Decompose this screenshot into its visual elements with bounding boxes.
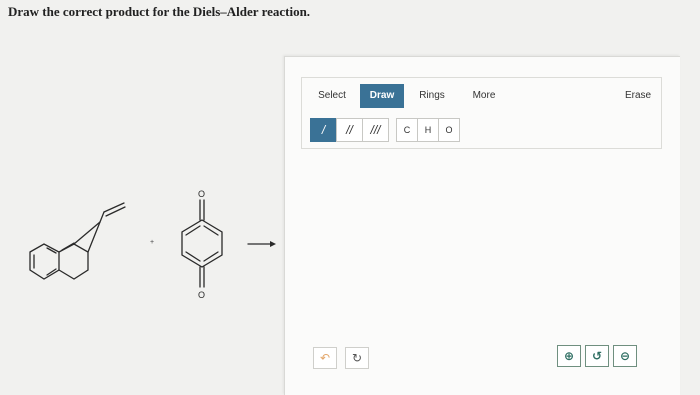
atom-h-button[interactable]: H <box>417 118 439 142</box>
redo-icon: ↻ <box>351 351 363 365</box>
zoom-in-icon: ⊕ <box>563 349 575 363</box>
atom-o-button[interactable]: O <box>438 118 460 142</box>
double-bond-button[interactable]: // <box>336 118 363 142</box>
single-bond-button[interactable]: / <box>310 118 337 142</box>
tab-rings[interactable]: Rings <box>412 84 452 108</box>
diene-molecule <box>29 202 126 280</box>
undo-button[interactable]: ↶ <box>313 347 337 369</box>
zoom-out-icon: ⊖ <box>619 349 631 363</box>
structure-editor[interactable]: Select Draw Rings More Erase / // /// C … <box>284 56 680 395</box>
triple-bond-button[interactable]: /// <box>362 118 389 142</box>
reaction-scheme: O O + <box>29 189 276 300</box>
zoom-in-button[interactable]: ⊕ <box>557 345 581 367</box>
oxygen-bottom-label: O <box>198 290 205 300</box>
tab-draw[interactable]: Draw <box>360 84 404 108</box>
oxygen-top-label: O <box>198 189 205 199</box>
quinone-ring <box>181 219 223 268</box>
editor-toolbar: Select Draw Rings More Erase / // /// C … <box>301 77 662 149</box>
tab-select[interactable]: Select <box>310 84 354 108</box>
plus-sign: + <box>150 239 154 246</box>
reset-view-icon: ↺ <box>591 349 603 363</box>
redo-button[interactable]: ↻ <box>345 347 369 369</box>
undo-icon: ↶ <box>319 351 331 365</box>
editor-tabs: Select Draw Rings More Erase <box>302 78 661 110</box>
tab-more[interactable]: More <box>462 84 506 108</box>
atom-c-button[interactable]: C <box>396 118 418 142</box>
reset-view-button[interactable]: ↺ <box>585 345 609 367</box>
tab-erase[interactable]: Erase <box>620 84 656 108</box>
zoom-out-button[interactable]: ⊖ <box>613 345 637 367</box>
dienophile-molecule <box>181 199 223 288</box>
